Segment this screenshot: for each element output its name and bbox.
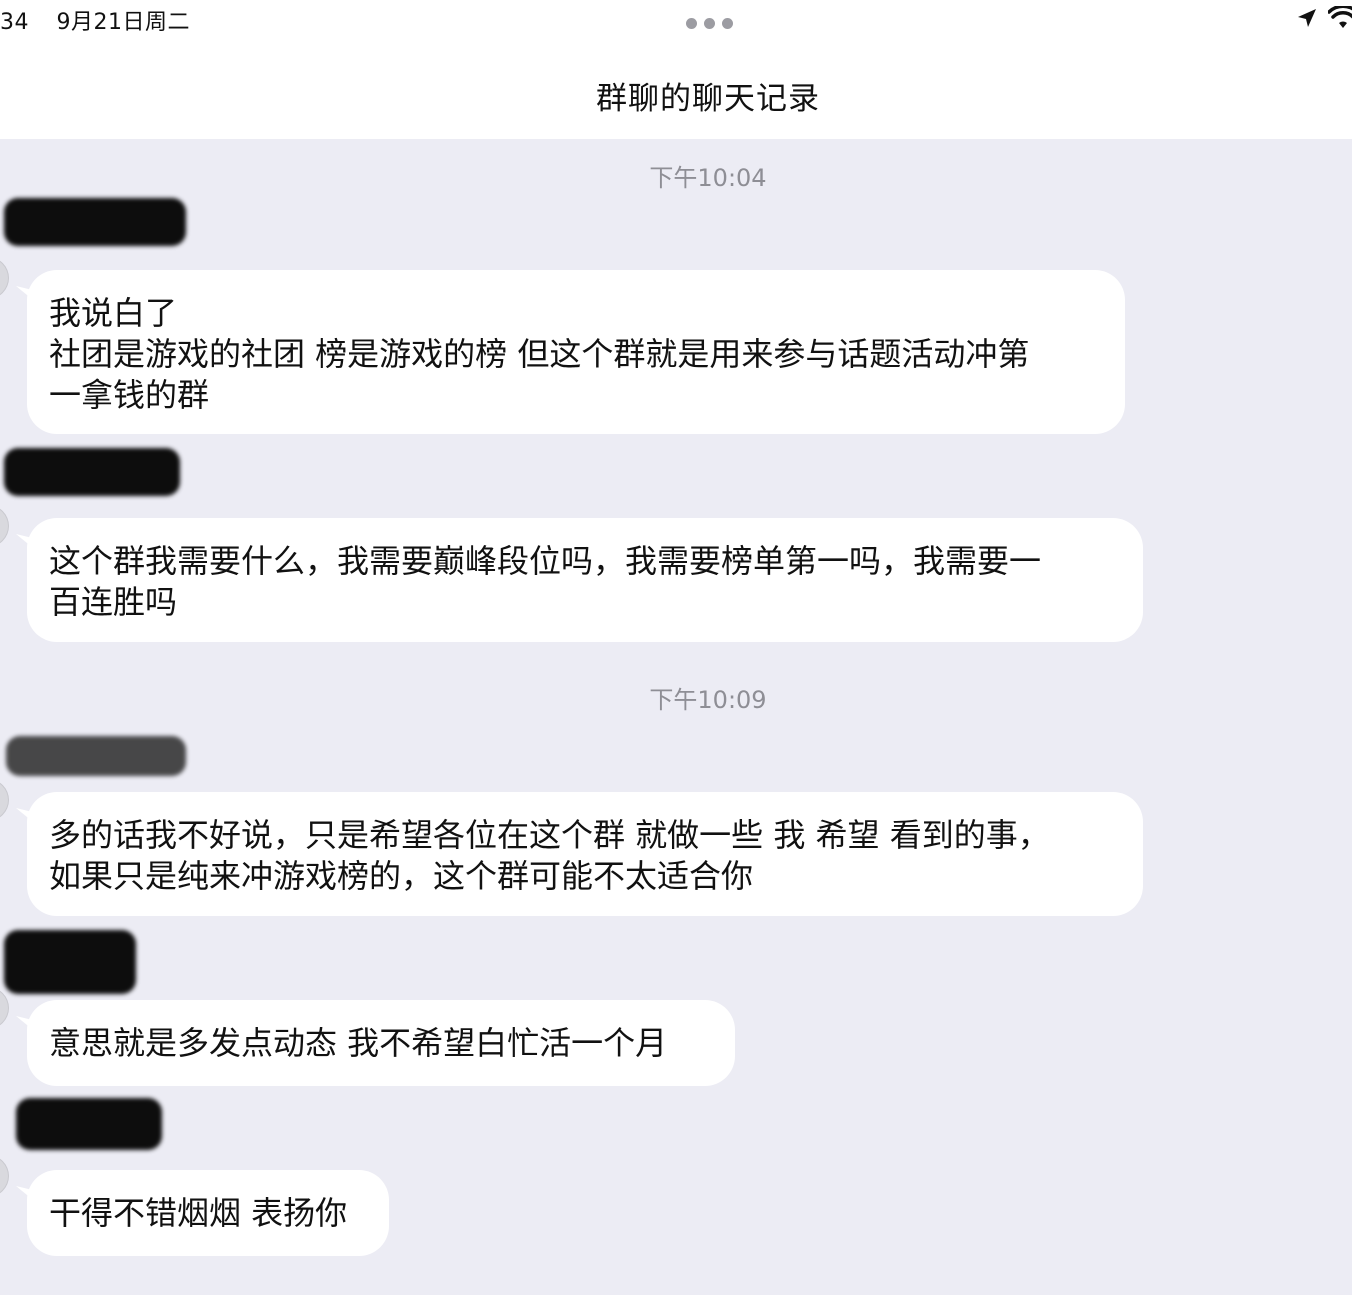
more-dots-icon[interactable] <box>686 18 733 29</box>
page-title: 群聊的聊天记录 <box>596 81 820 117</box>
redacted-sender-name <box>6 736 186 776</box>
message-text: 我说白了 <box>49 294 178 332</box>
redacted-sender-name <box>4 930 136 994</box>
message-text: 社团是游戏的社团 榜是游戏的榜 但这个群就是用来参与话题活动冲第 <box>49 335 1030 373</box>
status-time: 34 <box>0 10 29 35</box>
top-bar: 34 9月21日周二 群聊的聊天记录 <box>0 0 1352 139</box>
dot <box>722 18 733 29</box>
message-bubble[interactable]: 多的话我不好说，只是希望各位在这个群 就做一些 我 希望 看到的事， 如果只是纯… <box>27 792 1143 916</box>
avatar[interactable] <box>0 506 8 546</box>
redacted-sender-name <box>4 198 186 246</box>
message-text: 干得不错烟烟 表扬你 <box>49 1194 348 1232</box>
message-text: 意思就是多发点动态 我不希望白忙活一个月 <box>49 1024 668 1062</box>
message-text: 多的话我不好说，只是希望各位在这个群 就做一些 我 希望 看到的事， <box>49 816 1050 854</box>
redacted-sender-name <box>16 1098 162 1150</box>
message-bubble[interactable]: 意思就是多发点动态 我不希望白忙活一个月 <box>27 1000 735 1086</box>
status-bar-left: 34 9月21日周二 <box>0 4 190 36</box>
status-date: 9月21日周二 <box>56 10 190 35</box>
wifi-icon <box>1328 6 1352 28</box>
message-bubble[interactable]: 干得不错烟烟 表扬你 <box>27 1170 389 1256</box>
redacted-sender-name <box>4 448 180 496</box>
timestamp: 下午10:04 <box>649 164 767 192</box>
message-bubble[interactable]: 这个群我需要什么，我需要巅峰段位吗，我需要榜单第一吗，我需要一 百连胜吗 <box>27 518 1143 642</box>
dot <box>686 18 697 29</box>
status-bar-right <box>1296 6 1352 30</box>
message-text: 一拿钱的群 <box>49 376 210 414</box>
dot <box>704 18 715 29</box>
message-text: 如果只是纯来冲游戏榜的，这个群可能不太适合你 <box>49 857 754 895</box>
location-arrow-icon <box>1298 9 1316 27</box>
message-text: 百连胜吗 <box>49 583 178 621</box>
timestamp: 下午10:09 <box>649 686 767 714</box>
avatar[interactable] <box>0 988 8 1028</box>
message-bubble[interactable]: 我说白了 社团是游戏的社团 榜是游戏的榜 但这个群就是用来参与话题活动冲第 一拿… <box>27 270 1125 434</box>
message-text: 这个群我需要什么，我需要巅峰段位吗，我需要榜单第一吗，我需要一 <box>49 542 1042 580</box>
avatar[interactable] <box>0 1156 8 1196</box>
avatar[interactable] <box>0 780 8 820</box>
avatar[interactable] <box>0 258 8 298</box>
